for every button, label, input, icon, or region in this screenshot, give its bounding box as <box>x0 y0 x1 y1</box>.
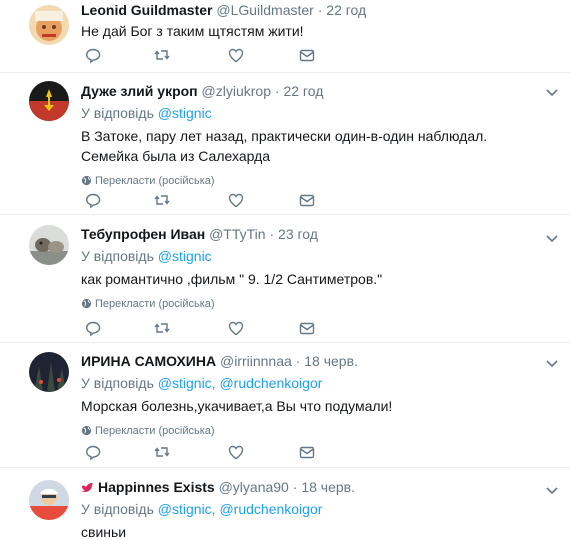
reply-prefix: У відповідь <box>81 375 154 391</box>
mention-link[interactable]: @stignic, <box>158 375 216 391</box>
tweet-text: Морская болезнь,укачивает,а Вы что подум… <box>81 398 393 414</box>
tweet-text: Не дай Бог з таким щтястям жити! <box>81 23 304 39</box>
translate-label: Перекласти (російська) <box>95 298 215 310</box>
translate-link[interactable]: Перекласти (російська) <box>81 424 546 438</box>
separator-dot: · <box>317 2 323 18</box>
tweet[interactable]: Тебупрофен Иван @TTyTin · 23 год У відпо… <box>0 215 570 343</box>
reply-icon[interactable] <box>84 191 102 209</box>
retweet-icon[interactable] <box>153 46 171 64</box>
mention-link[interactable]: @stignic <box>158 105 212 121</box>
reply-context: У відповідь @stignic <box>81 104 546 122</box>
reply-icon[interactable] <box>84 46 102 64</box>
globe-icon <box>81 175 92 186</box>
tweet-timestamp[interactable]: 18 черв. <box>304 353 358 369</box>
tweet-text: как романтично ,фильм " 9. 1/2 Сантиметр… <box>81 271 383 287</box>
tweet-timestamp[interactable]: 22 год <box>326 2 366 18</box>
heart-icon[interactable] <box>227 443 245 461</box>
heart-icon[interactable] <box>227 191 245 209</box>
envelope-icon[interactable] <box>298 191 316 209</box>
chevron-down-icon[interactable] <box>546 84 558 97</box>
tweet[interactable]: Leonid Guildmaster @LGuildmaster · 22 го… <box>0 0 570 73</box>
envelope-icon[interactable] <box>298 46 316 64</box>
author-fullname[interactable]: Дуже злий укроп <box>81 83 198 99</box>
reply-context: У відповідь @stignic, @rudchenkoigor <box>81 374 546 392</box>
translate-link[interactable]: Перекласти (російська) <box>81 297 546 311</box>
author-fullname[interactable]: Happinnes Exists <box>98 479 215 495</box>
author-fullname[interactable]: ИРИНА САМОХИНА <box>81 353 216 369</box>
mention-link[interactable]: @stignic <box>158 248 212 264</box>
author-username[interactable]: @TTyTin <box>209 226 265 242</box>
tweet[interactable]: ИРИНА САМОХИНА @irriinnnaa · 18 черв. У … <box>0 343 570 468</box>
retweet-icon[interactable] <box>153 319 171 337</box>
author-username[interactable]: @irriinnnaa <box>220 353 292 369</box>
avatar[interactable] <box>29 225 69 265</box>
tweet[interactable]: Happinnes Exists @ylyana90 · 18 черв. У … <box>0 468 570 539</box>
avatar[interactable] <box>29 81 69 121</box>
tweet-timestamp[interactable]: 22 год <box>283 83 323 99</box>
reply-context: У відповідь @stignic, @rudchenkoigor <box>81 500 546 518</box>
globe-icon <box>81 425 92 436</box>
heart-icon[interactable] <box>227 46 245 64</box>
reply-prefix: У відповідь <box>81 501 154 517</box>
tweet-timestamp[interactable]: 23 год <box>278 226 318 242</box>
chevron-down-icon[interactable] <box>546 230 558 243</box>
bird-icon <box>81 479 95 492</box>
chevron-down-icon[interactable] <box>546 482 558 495</box>
avatar[interactable] <box>29 352 69 392</box>
envelope-icon[interactable] <box>298 319 316 337</box>
mention-link[interactable]: @rudchenkoigor <box>219 375 322 391</box>
author-fullname[interactable]: Тебупрофен Иван <box>81 226 205 242</box>
tweet[interactable]: Дуже злий укроп @zlyiukrop · 22 год У ві… <box>0 73 570 215</box>
reply-prefix: У відповідь <box>81 248 154 264</box>
avatar[interactable] <box>29 480 69 520</box>
retweet-icon[interactable] <box>153 191 171 209</box>
author-username[interactable]: @LGuildmaster <box>216 2 313 18</box>
tweet-text: В Затоке, пару лет назад, практически од… <box>81 128 488 164</box>
translate-label: Перекласти (російська) <box>95 425 215 437</box>
tweet-text: свиньи <box>81 524 127 539</box>
translate-label: Перекласти (російська) <box>95 175 215 187</box>
reply-context: У відповідь @stignic <box>81 247 546 265</box>
globe-icon <box>81 298 92 309</box>
reply-prefix: У відповідь <box>81 105 154 121</box>
author-username[interactable]: @ylyana90 <box>219 479 289 495</box>
mention-link[interactable]: @rudchenkoigor <box>219 501 322 517</box>
separator-dot: · <box>292 479 298 495</box>
mention-link[interactable]: @stignic, <box>158 501 216 517</box>
reply-icon[interactable] <box>84 443 102 461</box>
separator-dot: · <box>295 353 301 369</box>
chevron-down-icon[interactable] <box>546 355 558 368</box>
envelope-icon[interactable] <box>298 443 316 461</box>
tweet-timestamp[interactable]: 18 черв. <box>301 479 355 495</box>
translate-link[interactable]: Перекласти (російська) <box>81 174 546 188</box>
separator-dot: · <box>269 226 275 242</box>
heart-icon[interactable] <box>227 319 245 337</box>
author-fullname[interactable]: Leonid Guildmaster <box>81 2 212 18</box>
avatar[interactable] <box>29 5 69 45</box>
separator-dot: · <box>274 83 280 99</box>
retweet-icon[interactable] <box>153 443 171 461</box>
reply-icon[interactable] <box>84 319 102 337</box>
author-username[interactable]: @zlyiukrop <box>202 83 271 99</box>
